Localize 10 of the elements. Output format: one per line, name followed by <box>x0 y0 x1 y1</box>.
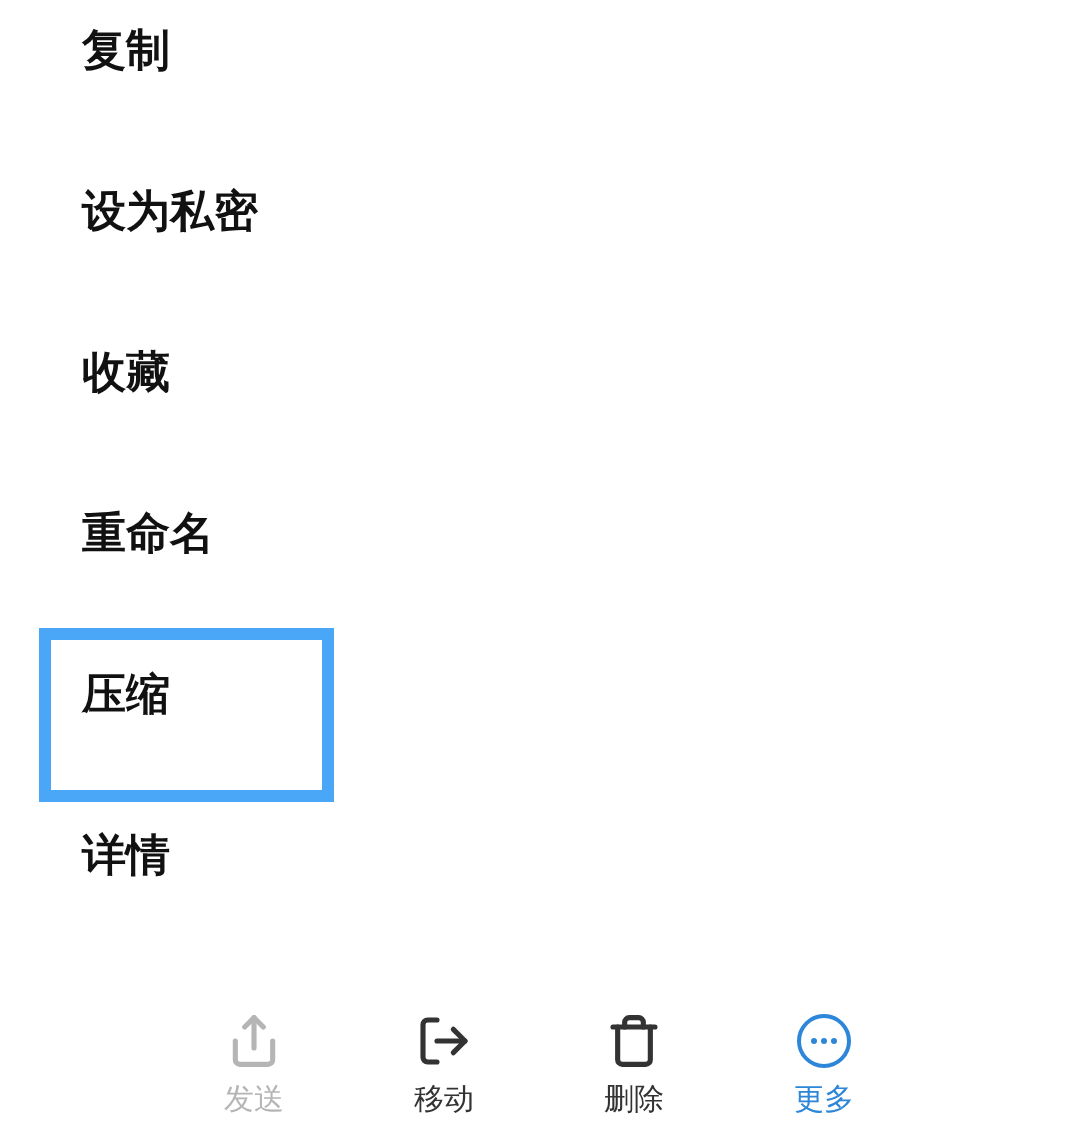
toolbar-button[interactable]: 更多 <box>729 1013 919 1117</box>
more-icon <box>796 1013 852 1069</box>
menu-item[interactable]: 收藏 <box>82 344 170 400</box>
toolbar-button[interactable]: 删除 <box>539 1013 729 1117</box>
menu-item[interactable]: 设为私密 <box>82 183 258 239</box>
menu-item[interactable]: 压缩 <box>82 666 170 722</box>
menu-item[interactable]: 重命名 <box>82 505 214 561</box>
menu-item[interactable]: 复制 <box>82 22 170 78</box>
toolbar-button[interactable]: 移动 <box>349 1013 539 1117</box>
menu-item[interactable]: 详情 <box>82 827 170 883</box>
